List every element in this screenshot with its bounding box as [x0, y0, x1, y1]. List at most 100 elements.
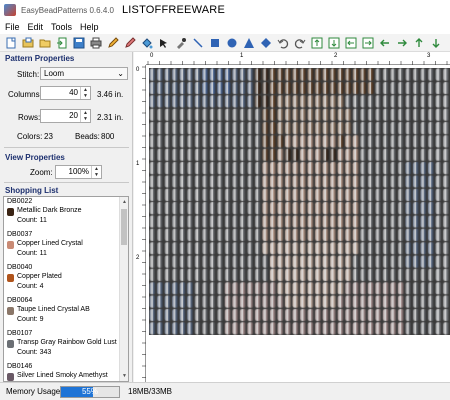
erase-icon[interactable] [123, 36, 136, 49]
flip-vertical-icon[interactable] [310, 36, 323, 49]
bead-count: Count: 11 [17, 217, 47, 224]
rows-label: Rows: [18, 113, 41, 122]
rows-inches: 2.31 in. [97, 113, 124, 122]
stepper-arrows-icon[interactable]: ▲ ▼ [80, 110, 90, 122]
move-left-icon[interactable] [378, 36, 391, 49]
ruler-left: 0 1 2 [134, 65, 146, 382]
stepper-arrows-icon[interactable]: ▲ ▼ [80, 87, 90, 99]
zoom-stepper[interactable]: 100% ▲ ▼ [55, 165, 102, 179]
bead-pattern-grid[interactable] [149, 68, 450, 335]
dropper-icon[interactable] [174, 36, 187, 49]
shopping-list-items: DB0022 Metallic Dark Bronze Count: 11 DB003… [4, 197, 128, 381]
zoom-label: Zoom: [30, 168, 53, 177]
redo-icon[interactable] [293, 36, 306, 49]
scroll-down-icon[interactable]: ▼ [120, 373, 128, 379]
bead-name: Copper Lined Crystal [17, 240, 83, 247]
menu-edit[interactable]: Edit [28, 22, 44, 32]
memory-usage-percent: 55% [81, 387, 98, 396]
ruler-top: 0 1 2 3 [146, 52, 450, 65]
colors-value: 23 [44, 132, 53, 141]
columns-value: 40 [69, 88, 78, 97]
undo-icon[interactable] [276, 36, 289, 49]
move-right-icon[interactable] [395, 36, 408, 49]
bead-color-swatch [7, 340, 14, 348]
shopping-list-item[interactable]: DB0040 Copper Plated Count: 4 [4, 263, 128, 296]
colors-label: Colors: [17, 132, 43, 141]
bead-name: Copper Plated [17, 273, 62, 280]
move-up-icon[interactable] [412, 36, 425, 49]
zoom-value: 100% [68, 167, 89, 176]
new-icon[interactable] [4, 36, 17, 49]
open-icon[interactable] [21, 36, 34, 49]
shopping-list-item[interactable]: DB0107 Transp Gray Rainbow Gold Lust Count… [4, 329, 128, 362]
diamond-icon[interactable] [259, 36, 272, 49]
rows-stepper[interactable]: 20 ▲ ▼ [40, 109, 91, 123]
menu-tools[interactable]: Tools [51, 22, 72, 32]
chevron-down-icon: ⌄ [117, 69, 124, 78]
title-bar: EasyBeadPatterns 0.6.4.0 LISTOFFREEWARE [0, 0, 450, 20]
toolbar [0, 34, 450, 52]
fill-icon[interactable] [140, 36, 153, 49]
pencil-icon[interactable] [106, 36, 119, 49]
view-properties-title: View Properties [5, 153, 65, 162]
bead-color-swatch [7, 208, 14, 216]
beads-value: 800 [101, 132, 115, 141]
bead-code: DB0022 [7, 198, 33, 205]
divider [4, 147, 129, 148]
bead-count: Count: 343 [17, 349, 52, 356]
menu-bar: File Edit Tools Help [0, 20, 450, 34]
open-folder-icon[interactable] [38, 36, 51, 49]
stepper-arrows-icon[interactable]: ▲ ▼ [91, 166, 101, 178]
ruler-left-ticks [142, 66, 146, 378]
save-icon[interactable] [72, 36, 85, 49]
move-down-icon[interactable] [429, 36, 442, 49]
scrollbar-thumb[interactable] [121, 209, 127, 245]
print-icon[interactable] [89, 36, 102, 49]
columns-stepper[interactable]: 40 ▲ ▼ [40, 86, 91, 100]
select-arrow-icon[interactable] [157, 36, 170, 49]
bead-count: Count: 11 [17, 250, 47, 257]
shopping-list-title: Shopping List [5, 186, 59, 195]
app-title: EasyBeadPatterns 0.6.4.0 [21, 5, 114, 15]
line-icon[interactable] [191, 36, 204, 49]
watermark-text: LISTOFFREEWARE [121, 4, 225, 16]
circle-icon[interactable] [225, 36, 238, 49]
columns-inches: 3.46 in. [97, 90, 124, 99]
memory-values: 18MB/33MB [128, 387, 173, 396]
shopping-list-scrollbar[interactable]: ▲ ▼ [119, 197, 128, 381]
bead-name: Silver Lined Smoky Amethyst [17, 372, 108, 379]
memory-usage-label: Memory Usage: [6, 387, 63, 396]
rectangle-icon[interactable] [208, 36, 221, 49]
bead-color-swatch [7, 307, 14, 315]
bead-code: DB0146 [7, 363, 33, 370]
stitch-value: Loom [44, 69, 65, 78]
bead-canvas[interactable] [149, 68, 450, 335]
bead-color-swatch [7, 274, 14, 282]
app-window: EasyBeadPatterns 0.6.4.0 LISTOFFREEWARE … [0, 0, 450, 400]
rotate-left-icon[interactable] [327, 36, 340, 49]
bead-count: Count: 4 [17, 283, 44, 290]
bead-code: DB0107 [7, 330, 33, 337]
shopping-list-item[interactable]: DB0064 Taupe Lined Crystal AB Count: 9 [4, 296, 128, 329]
pattern-canvas-area: 0 1 2 3 0 1 2 [134, 52, 450, 382]
bead-name: Taupe Lined Crystal AB [17, 306, 90, 313]
bead-color-swatch [7, 373, 14, 381]
shopping-list-item[interactable]: DB0037 Copper Lined Crystal Count: 11 [4, 230, 128, 263]
bead-code: DB0037 [7, 231, 33, 238]
canvas-empty-area [147, 336, 450, 382]
rotate-right-icon[interactable] [344, 36, 357, 49]
flip-horizontal-icon[interactable] [361, 36, 374, 49]
menu-file[interactable]: File [5, 22, 20, 32]
stitch-select[interactable]: Loom ⌄ [40, 67, 128, 80]
menu-help[interactable]: Help [80, 22, 99, 32]
shopping-list-item[interactable]: DB0022 Metallic Dark Bronze Count: 11 [4, 197, 128, 230]
left-panel: Pattern Properties Stitch: Loom ⌄ Column… [0, 52, 133, 382]
shopping-list[interactable]: DB0022 Metallic Dark Bronze Count: 11 DB003… [3, 196, 129, 382]
import-icon[interactable] [55, 36, 68, 49]
shopping-list-item[interactable]: DB0146 Silver Lined Smoky Amethyst [4, 362, 128, 381]
triangle-icon[interactable] [242, 36, 255, 49]
beads-label: Beads: [75, 132, 100, 141]
scroll-up-icon[interactable]: ▲ [120, 199, 128, 205]
bead-name: Metallic Dark Bronze [17, 207, 82, 214]
bead-color-swatch [7, 241, 14, 249]
